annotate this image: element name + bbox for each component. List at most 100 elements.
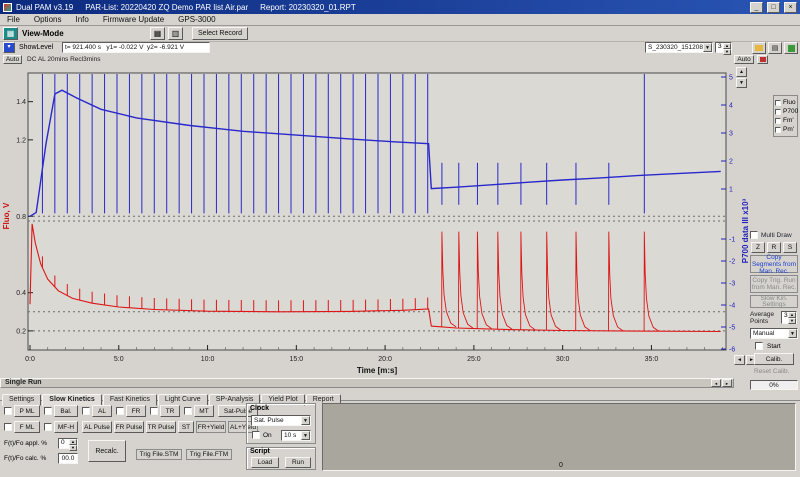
zoom-r-button[interactable]: R xyxy=(767,242,781,253)
auto-scale-left-button[interactable]: Auto xyxy=(3,55,22,64)
mode-arrow-icon[interactable]: ▼ xyxy=(788,329,797,338)
close-button[interactable]: × xyxy=(784,2,797,13)
svg-text:Time [m:s]: Time [m:s] xyxy=(357,366,398,375)
clock-mode-arrow-icon[interactable]: ▼ xyxy=(301,416,310,425)
maximize-button[interactable]: □ xyxy=(767,2,780,13)
minimize-button[interactable]: _ xyxy=(750,2,763,13)
ft-fo-calc-label: F(t)/Fo calc. % xyxy=(4,455,46,462)
trig-file-ftm-button[interactable]: Trig File.FTM xyxy=(186,449,232,460)
save-record-icon[interactable] xyxy=(784,42,798,54)
clock-mode-select[interactable]: Sat. Pulse ▼ xyxy=(251,415,311,426)
select-record-button[interactable]: Select Record xyxy=(192,27,248,40)
auto-scale-right-button[interactable]: Auto xyxy=(734,55,754,64)
svg-text:25:0: 25:0 xyxy=(467,356,481,363)
clock-interval-arrow-icon[interactable]: ▼ xyxy=(301,431,310,440)
main-chart[interactable]: 0:05:010:015:020:025:030:035:0Time [m:s]… xyxy=(0,66,760,378)
svg-text:1: 1 xyxy=(729,187,733,194)
run-prev-icon[interactable]: ◄ xyxy=(711,379,721,387)
scroll-up-icon[interactable]: ▲ xyxy=(736,67,747,77)
svg-text:35:0: 35:0 xyxy=(645,356,659,363)
zoom-s-button[interactable]: S xyxy=(783,242,797,253)
menu-info[interactable]: Info xyxy=(75,15,88,24)
p-ml-button[interactable]: P ML xyxy=(14,405,40,417)
grid-view-icon[interactable]: ▦ xyxy=(150,27,165,40)
multi-draw-checkbox[interactable] xyxy=(750,231,758,239)
script-load-button[interactable]: Load xyxy=(251,457,279,468)
show-level-icon[interactable]: ▾ xyxy=(3,42,15,53)
clock-title: Clock xyxy=(250,405,269,412)
par-list-title: PAR-List: 20220420 ZQ Demo PAR list Air.… xyxy=(85,3,248,12)
st-button[interactable]: ST xyxy=(178,421,194,433)
mf-h-checkbox[interactable] xyxy=(44,423,52,431)
fr-button[interactable]: FR xyxy=(126,405,146,417)
record-stop-icon[interactable] xyxy=(757,55,768,64)
svg-text:20:0: 20:0 xyxy=(378,356,392,363)
menu-firmware-update[interactable]: Firmware Update xyxy=(103,15,164,24)
fr-pulse-button[interactable]: FR Pulse xyxy=(114,421,144,433)
dual-pam-window: { "window": { "title": "Dual PAM v3.19",… xyxy=(0,0,800,477)
tab-bar: SettingsSlow KineticsFast KineticsLight … xyxy=(0,388,800,401)
f-ml-button[interactable]: F ML xyxy=(14,421,40,433)
al-checkbox[interactable] xyxy=(82,407,90,415)
al-pulse-button[interactable]: AL Pulse xyxy=(82,421,112,433)
tr-button[interactable]: TR xyxy=(160,405,180,417)
export-table-icon[interactable]: ▤ xyxy=(768,42,782,54)
legend-fm-checkbox[interactable] xyxy=(775,118,781,124)
clock-interval-select[interactable]: 10 s ▼ xyxy=(281,430,311,441)
report-title: Report: 20230320_01.RPT xyxy=(260,3,356,12)
ft-fo-appl-spinner[interactable]: 0 ▲▼ xyxy=(58,438,78,449)
svg-text:Fluo, V: Fluo, V xyxy=(2,202,11,229)
clock-on-checkbox[interactable] xyxy=(252,431,260,439)
zoom-z-button[interactable]: Z xyxy=(751,242,765,253)
menu-options[interactable]: Options xyxy=(34,15,62,24)
record-id-combo[interactable]: S_230320_151208 ▼ xyxy=(645,42,713,53)
single-run-bar[interactable]: Single Run ◄ ► xyxy=(0,378,734,388)
scroll-left-icon[interactable]: ◄ xyxy=(734,355,745,365)
record-number-spinner[interactable]: 3 ▲▼ xyxy=(715,42,732,53)
run-next-icon[interactable]: ► xyxy=(722,379,732,387)
mt-checkbox[interactable] xyxy=(184,407,192,415)
view-mode-icon[interactable]: ▦ xyxy=(3,27,18,40)
bal-button[interactable]: Bal. xyxy=(54,405,78,417)
menu-gps-3000[interactable]: GPS-3000 xyxy=(178,15,215,24)
copy-segments-button[interactable]: Copy Segments from Man. Rec. xyxy=(750,255,798,273)
slow-kin-settings-button: Slow Kin. Settings xyxy=(750,295,798,308)
average-down-icon[interactable]: ▼ xyxy=(788,318,796,324)
mf-h-button[interactable]: MF-H xyxy=(54,421,78,433)
bal-checkbox[interactable] xyxy=(44,407,52,415)
average-points-spinner[interactable]: 3 ▲▼ xyxy=(781,311,797,324)
fr-yield-button[interactable]: FR+Yield xyxy=(196,421,226,433)
mode-value: Manual xyxy=(753,330,774,337)
ft-fo-down-icon[interactable]: ▼ xyxy=(69,445,77,451)
recalc-button[interactable]: Recalc. xyxy=(88,440,126,462)
channel-note-label: DC AL 20mins Recl3mins xyxy=(27,56,100,63)
trig-file-stm-button[interactable]: Trig File.STM xyxy=(136,449,182,460)
p-ml-checkbox[interactable] xyxy=(4,407,12,415)
legend-fluo-checkbox[interactable] xyxy=(775,100,781,106)
mode-select[interactable]: Manual ▼ xyxy=(750,328,798,339)
tr-pulse-button[interactable]: TR Pulse xyxy=(146,421,176,433)
tr-checkbox[interactable] xyxy=(150,407,158,415)
svg-text:-4: -4 xyxy=(729,303,735,310)
legend-p700-checkbox[interactable] xyxy=(775,109,781,115)
legend-p700-label: P700 xyxy=(783,108,798,115)
fr-checkbox[interactable] xyxy=(116,407,124,415)
scroll-down-icon[interactable]: ▼ xyxy=(736,78,747,88)
list-view-icon[interactable]: ▥ xyxy=(168,27,183,40)
start-checkbox[interactable] xyxy=(755,342,763,350)
menu-file[interactable]: File xyxy=(7,15,20,24)
open-folder-icon[interactable] xyxy=(752,42,766,54)
mt-button[interactable]: MT xyxy=(194,405,214,417)
svg-text:2: 2 xyxy=(729,159,733,166)
control-panel: P ML Bal. AL FR TR MT Sat-Pulse F ML MF-… xyxy=(0,401,800,477)
al-button[interactable]: AL xyxy=(92,405,112,417)
calib-button[interactable]: Calib. xyxy=(754,353,794,365)
script-run-button[interactable]: Run xyxy=(285,457,311,468)
svg-text:P700 data III x10³: P700 data III x10³ xyxy=(741,198,750,263)
legend-pm-checkbox[interactable] xyxy=(775,127,781,133)
auto-row: Auto DC AL 20mins Recl3mins Auto xyxy=(0,55,800,66)
reset-calib-label: Reset Calib. xyxy=(754,368,789,375)
f-ml-checkbox[interactable] xyxy=(4,423,12,431)
record-combo-arrow-icon[interactable]: ▼ xyxy=(703,43,712,52)
side-panel: Multi Draw Z R S Copy Segments from Man.… xyxy=(750,230,798,392)
